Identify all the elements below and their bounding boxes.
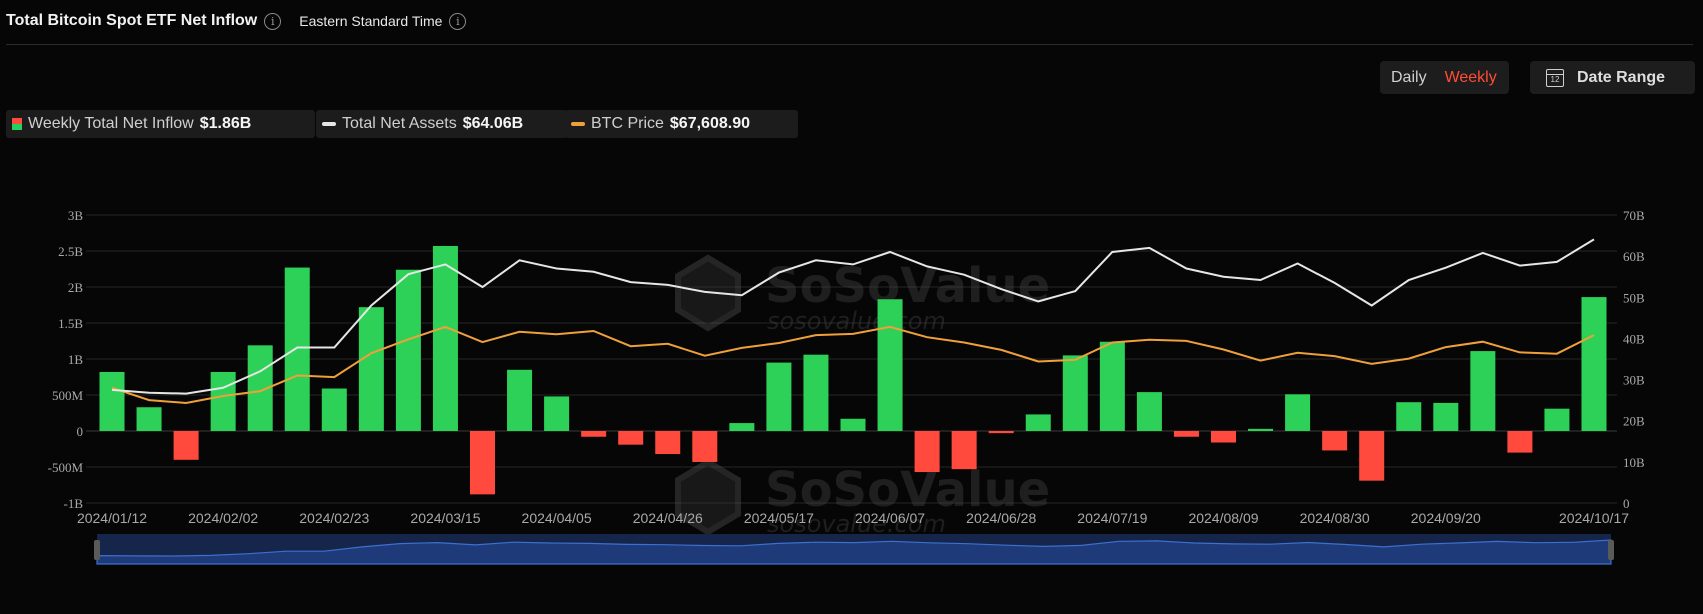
- inflow-bar: [321, 388, 347, 431]
- inflow-bar: [544, 396, 570, 431]
- watermark-brand: SoSoValue: [765, 258, 1050, 314]
- x-tick-label: 2024/04/26: [633, 510, 703, 526]
- x-tick-label: 2024/02/02: [188, 510, 258, 526]
- x-tick-label: 2024/04/05: [522, 510, 592, 526]
- inflow-bar: [618, 431, 644, 445]
- y-left-tick-label: 2B: [68, 280, 84, 295]
- y-right-tick-label: 0: [1623, 496, 1630, 511]
- watermark: SoSoValue sosovalue.com SoSoValue sosova…: [675, 254, 1050, 538]
- x-tick-label: 2024/01/12: [77, 510, 147, 526]
- inflow-bar: [470, 431, 495, 495]
- inflow-bar: [655, 431, 681, 455]
- inflow-bar: [914, 431, 940, 473]
- inflow-bar: [988, 431, 1014, 434]
- navigator-right-handle[interactable]: [1608, 540, 1614, 560]
- inflow-bar: [1433, 402, 1459, 431]
- inflow-bar: [1285, 394, 1311, 431]
- y-left-tick-label: 2.5B: [58, 244, 83, 259]
- inflow-bar: [1136, 392, 1162, 431]
- inflow-bar: [210, 371, 236, 431]
- navigator-left-handle[interactable]: [94, 540, 100, 560]
- watermark-url: sosovalue.com: [767, 307, 946, 335]
- y-right-tick-label: 70B: [1623, 208, 1645, 223]
- inflow-bar: [729, 423, 755, 431]
- inflow-bar: [1396, 402, 1422, 431]
- y-right-tick-label: 30B: [1623, 373, 1645, 388]
- inflow-bar: [1359, 431, 1385, 481]
- x-tick-label: 2024/09/20: [1411, 510, 1481, 526]
- x-tick-label: 2024/08/30: [1300, 510, 1370, 526]
- y-right-tick-label: 40B: [1623, 331, 1645, 346]
- y-right-tick-label: 10B: [1623, 455, 1645, 470]
- inflow-bar: [432, 245, 458, 431]
- x-tick-label: 2024/03/15: [410, 510, 480, 526]
- inflow-bar: [803, 354, 829, 431]
- y-right-tick-label: 50B: [1623, 290, 1645, 305]
- inflow-bar: [692, 431, 718, 462]
- inflow-bar: [1544, 408, 1570, 431]
- y-left-tick-label: 3B: [68, 208, 84, 223]
- y-left-tick-label: 500M: [52, 388, 84, 403]
- inflow-bar: [1322, 431, 1348, 451]
- inflow-bar: [507, 369, 533, 431]
- inflow-bar: [1507, 431, 1533, 453]
- y-right-tick-label: 20B: [1623, 414, 1645, 429]
- inflow-bar: [173, 431, 199, 460]
- inflow-bar: [1025, 414, 1051, 431]
- inflow-bar: [840, 418, 866, 431]
- inflow-bar: [766, 362, 792, 431]
- y-left-tick-label: 1.5B: [58, 316, 83, 331]
- inflow-bar: [1062, 355, 1088, 431]
- y-left-tick-label: 0: [77, 424, 84, 439]
- y-left-tick-label: -500M: [48, 460, 84, 475]
- x-tick-label: 2024/06/28: [966, 510, 1036, 526]
- inflow-bar: [951, 431, 977, 470]
- inflow-bar: [284, 267, 310, 431]
- inflow-bar: [1099, 341, 1125, 431]
- inflow-bar: [581, 431, 607, 437]
- x-tick-label: 2024/05/17: [744, 510, 814, 526]
- range-navigator[interactable]: [94, 534, 1614, 565]
- inflow-bar: [1211, 431, 1236, 443]
- inflow-bar: [1173, 431, 1199, 437]
- x-tick-label: 2024/10/17: [1559, 510, 1629, 526]
- x-tick-label: 2024/07/19: [1077, 510, 1147, 526]
- y-axis-right: 70B 60B 50B 40B 30B 20B 10B 0: [1623, 208, 1645, 511]
- inflow-bar: [99, 371, 125, 431]
- y-left-tick-label: -1B: [64, 496, 84, 511]
- y-left-tick-label: 1B: [68, 352, 84, 367]
- x-tick-label: 2024/02/23: [299, 510, 369, 526]
- y-axis-left: 3B 2.5B 2B 1.5B 1B 500M 0 -500M -1B: [48, 208, 84, 511]
- inflow-bar: [395, 269, 421, 431]
- inflow-bar: [358, 307, 384, 431]
- inflow-bar: [1581, 297, 1607, 431]
- chart-canvas: SoSoValue sosovalue.com SoSoValue sosova…: [48, 208, 1645, 565]
- x-tick-label: 2024/08/09: [1188, 510, 1258, 526]
- y-right-tick-label: 60B: [1623, 249, 1645, 264]
- inflow-bar: [1470, 351, 1496, 431]
- inflow-bar: [136, 407, 162, 431]
- inflow-bar: [877, 299, 903, 431]
- x-tick-label: 2024/06/07: [855, 510, 925, 526]
- inflow-bar: [1248, 428, 1274, 431]
